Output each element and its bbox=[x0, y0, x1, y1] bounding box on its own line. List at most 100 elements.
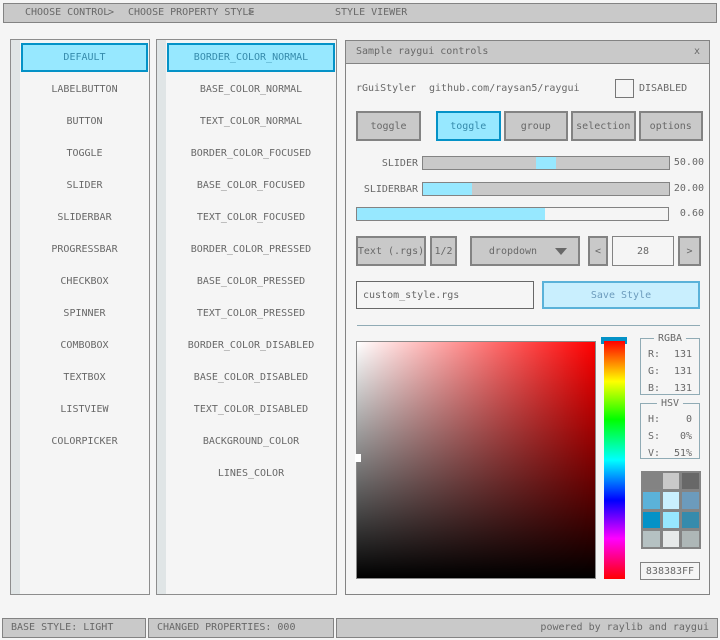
properties-list-item[interactable]: LINES_COLOR bbox=[167, 459, 335, 488]
properties-list-item[interactable]: BORDER_COLOR_DISABLED bbox=[167, 331, 335, 360]
rgba-row-b: B: 131 bbox=[641, 380, 699, 397]
half-button[interactable]: 1/2 bbox=[430, 236, 457, 266]
color-picker-cursor[interactable] bbox=[355, 454, 361, 462]
v-label: V: bbox=[648, 448, 660, 459]
properties-list-item[interactable]: BASE_COLOR_PRESSED bbox=[167, 267, 335, 296]
text-rgs-button[interactable]: Text (.rgs) bbox=[356, 236, 426, 266]
color-swatch[interactable] bbox=[682, 512, 699, 528]
style-color-swatches bbox=[641, 471, 701, 549]
color-swatch[interactable] bbox=[643, 492, 660, 508]
properties-list-item[interactable]: BORDER_COLOR_PRESSED bbox=[167, 235, 335, 264]
toggle-button[interactable]: toggle bbox=[356, 111, 421, 141]
color-swatch[interactable] bbox=[663, 512, 680, 528]
chevron-down-icon bbox=[555, 248, 567, 255]
dropdown[interactable]: dropdown bbox=[470, 236, 580, 266]
top-bar: CHOOSE CONTROL > CHOOSE PROPERTY STYLE >… bbox=[3, 3, 717, 23]
status-base-style: BASE STYLE: LIGHT bbox=[2, 618, 146, 638]
hsv-row-h: H: 0 bbox=[641, 411, 699, 428]
hsv-row-v: V: 51% bbox=[641, 445, 699, 462]
app-name-label: rGuiStyler bbox=[356, 83, 416, 95]
color-swatch[interactable] bbox=[682, 473, 699, 489]
slider-knob[interactable] bbox=[536, 157, 556, 169]
disabled-checkbox-label: DISABLED bbox=[639, 83, 687, 95]
color-swatch[interactable] bbox=[643, 473, 660, 489]
controls-list-item[interactable]: TEXTBOX bbox=[21, 363, 148, 392]
controls-list: DEFAULT LABELBUTTON BUTTON TOGGLE SLIDER SLID… bbox=[21, 43, 148, 594]
h-label: H: bbox=[648, 414, 660, 425]
controls-list-item[interactable]: SLIDERBAR bbox=[21, 203, 148, 232]
controls-list-item[interactable]: DEFAULT bbox=[21, 43, 148, 72]
window-title: Sample raygui controls bbox=[356, 41, 488, 63]
controls-list-item[interactable]: SPINNER bbox=[21, 299, 148, 328]
color-swatch[interactable] bbox=[663, 473, 680, 489]
rgba-group-title: RGBA bbox=[654, 333, 686, 344]
properties-list-item[interactable]: BASE_COLOR_DISABLED bbox=[167, 363, 335, 392]
controls-list-scrollbar[interactable] bbox=[11, 40, 20, 594]
hex-value-box[interactable]: 838383FF bbox=[640, 562, 700, 580]
properties-list-item[interactable]: TEXT_COLOR_FOCUSED bbox=[167, 203, 335, 232]
dropdown-label: dropdown bbox=[489, 246, 537, 257]
rgba-group-box: RGBA R: 131 G: 131 B: 131 bbox=[640, 338, 700, 395]
sliderbar[interactable] bbox=[422, 182, 670, 196]
properties-list-item[interactable]: TEXT_COLOR_PRESSED bbox=[167, 299, 335, 328]
properties-list-panel: BORDER_COLOR_NORMAL BASE_COLOR_NORMAL TEXT… bbox=[156, 39, 337, 595]
color-swatch[interactable] bbox=[643, 512, 660, 528]
color-swatch[interactable] bbox=[663, 492, 680, 508]
s-value: 0% bbox=[680, 431, 692, 442]
slider-label: SLIDER bbox=[346, 157, 418, 171]
toggle-group-item[interactable]: toggle bbox=[436, 111, 501, 141]
properties-list: BORDER_COLOR_NORMAL BASE_COLOR_NORMAL TEXT… bbox=[167, 43, 335, 594]
breadcrumb-choose-property-style: CHOOSE PROPERTY STYLE bbox=[128, 4, 254, 22]
toggle-group: togglegroupselectionoptions bbox=[436, 111, 703, 141]
toggle-group-item[interactable]: group bbox=[504, 111, 569, 141]
color-picker-panel[interactable] bbox=[356, 341, 596, 579]
properties-list-scrollbar[interactable] bbox=[157, 40, 166, 594]
b-value: 131 bbox=[674, 383, 692, 394]
breadcrumb-choose-control: CHOOSE CONTROL bbox=[25, 4, 109, 22]
hue-bar[interactable] bbox=[604, 341, 625, 579]
rgba-row-g: G: 131 bbox=[641, 363, 699, 380]
color-swatch[interactable] bbox=[663, 531, 680, 547]
rgba-row-r: R: 131 bbox=[641, 346, 699, 363]
controls-list-item[interactable]: CHECKBOX bbox=[21, 267, 148, 296]
controls-list-item[interactable]: COLORPICKER bbox=[21, 427, 148, 456]
properties-list-item[interactable]: TEXT_COLOR_NORMAL bbox=[167, 107, 335, 136]
breadcrumb-style-viewer: STYLE VIEWER bbox=[335, 4, 407, 22]
status-changed-properties: CHANGED PROPERTIES: 000 bbox=[148, 618, 334, 638]
status-powered-by: powered by raylib and raygui bbox=[336, 618, 718, 638]
color-swatch[interactable] bbox=[682, 531, 699, 547]
g-value: 131 bbox=[674, 366, 692, 377]
filename-textbox[interactable]: custom_style.rgs bbox=[356, 281, 534, 309]
disabled-checkbox[interactable] bbox=[615, 79, 634, 98]
sliderbar-label: SLIDERBAR bbox=[346, 183, 418, 197]
controls-list-item[interactable]: TOGGLE bbox=[21, 139, 148, 168]
style-viewer-window: Sample raygui controls x rGuiStyler gith… bbox=[345, 40, 710, 595]
controls-list-item[interactable]: LISTVIEW bbox=[21, 395, 148, 424]
controls-list-item[interactable]: SLIDER bbox=[21, 171, 148, 200]
hsv-group-box: HSV H: 0 S: 0% V: 51% bbox=[640, 403, 700, 459]
properties-list-item[interactable]: BACKGROUND_COLOR bbox=[167, 427, 335, 456]
toggle-group-item[interactable]: options bbox=[639, 111, 704, 141]
slider[interactable] bbox=[422, 156, 670, 170]
spinner-value-box[interactable]: 28 bbox=[612, 236, 674, 266]
controls-list-panel: DEFAULT LABELBUTTON BUTTON TOGGLE SLIDER SLID… bbox=[10, 39, 150, 595]
controls-list-item[interactable]: PROGRESSBAR bbox=[21, 235, 148, 264]
properties-list-item[interactable]: BASE_COLOR_NORMAL bbox=[167, 75, 335, 104]
toggle-group-item[interactable]: selection bbox=[571, 111, 636, 141]
save-style-button[interactable]: Save Style bbox=[542, 281, 700, 309]
controls-list-item[interactable]: LABELBUTTON bbox=[21, 75, 148, 104]
properties-list-item[interactable]: BORDER_COLOR_FOCUSED bbox=[167, 139, 335, 168]
window-title-bar[interactable]: Sample raygui controls x bbox=[346, 41, 709, 64]
spinner-increment-button[interactable]: > bbox=[678, 236, 701, 266]
properties-list-item[interactable]: BORDER_COLOR_NORMAL bbox=[167, 43, 335, 72]
progress-bar-value: 0.60 bbox=[670, 207, 704, 221]
repo-link-label: github.com/raysan5/raygui bbox=[429, 83, 580, 95]
color-swatch[interactable] bbox=[643, 531, 660, 547]
properties-list-item[interactable]: TEXT_COLOR_DISABLED bbox=[167, 395, 335, 424]
properties-list-item[interactable]: BASE_COLOR_FOCUSED bbox=[167, 171, 335, 200]
spinner-decrement-button[interactable]: < bbox=[588, 236, 608, 266]
controls-list-item[interactable]: COMBOBOX bbox=[21, 331, 148, 360]
controls-list-item[interactable]: BUTTON bbox=[21, 107, 148, 136]
color-swatch[interactable] bbox=[682, 492, 699, 508]
close-icon[interactable]: x bbox=[694, 41, 700, 63]
